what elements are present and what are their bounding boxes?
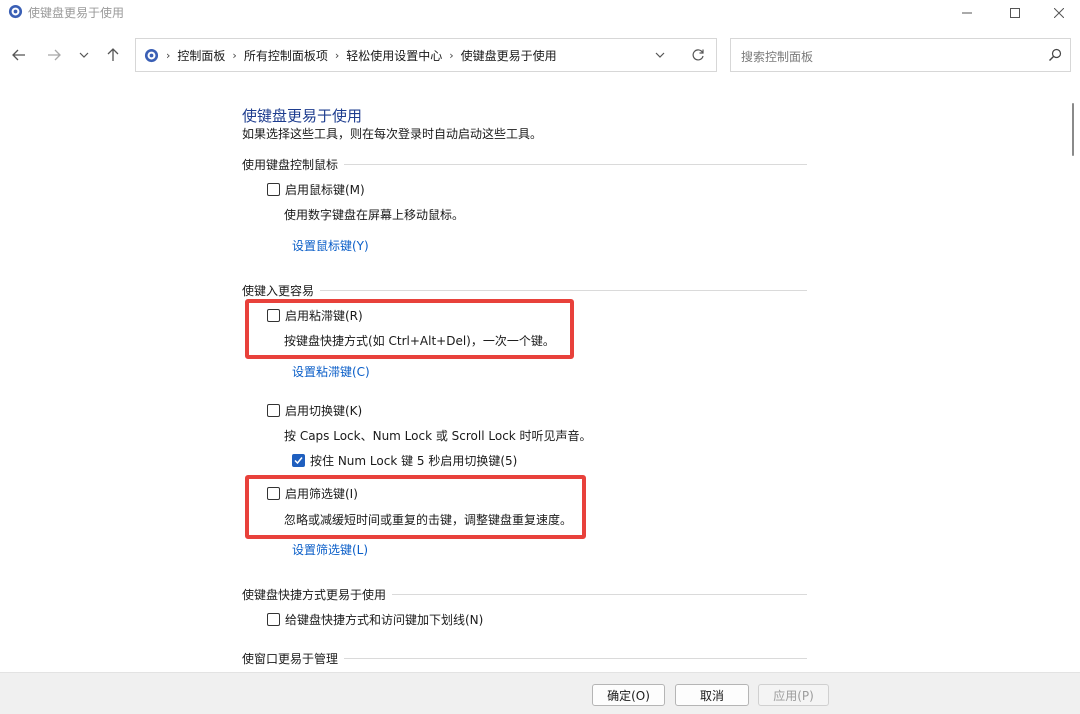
dialog-button-bar: 确定(O) 取消 应用(P)	[0, 672, 1080, 714]
toggle-keys-label[interactable]: 启用切换键(K)	[285, 402, 362, 419]
group-header-typing: 使键入更容易	[242, 282, 807, 299]
group-header-label: 使窗口更易于管理	[242, 650, 345, 667]
maximize-icon	[1010, 8, 1020, 18]
highlight-box-filter-keys	[245, 475, 586, 539]
group-header-mouse: 使用键盘控制鼠标	[242, 156, 807, 173]
highlight-box-sticky-keys	[245, 299, 574, 359]
group-header-shortcuts: 使键盘快捷方式更易于使用	[242, 586, 807, 603]
back-arrow-icon	[12, 49, 25, 61]
forward-arrow-icon	[48, 49, 61, 61]
breadcrumb-control-panel[interactable]: 控制面板	[177, 47, 225, 64]
breadcrumb: › 控制面板 › 所有控制面板项 › 轻松使用设置中心 › 使键盘更易于使用	[136, 39, 557, 71]
setup-filter-keys-link[interactable]: 设置筛选键(L)	[292, 541, 368, 558]
mouse-keys-option[interactable]: 启用鼠标键(M)	[267, 181, 365, 198]
breadcrumb-separator: ›	[334, 48, 340, 62]
breadcrumb-ease-of-access[interactable]: 轻松使用设置中心	[346, 47, 442, 64]
search-icon	[1049, 48, 1062, 61]
apply-button[interactable]: 应用(P)	[758, 684, 829, 706]
breadcrumb-all-items[interactable]: 所有控制面板项	[244, 47, 328, 64]
breadcrumb-current[interactable]: 使键盘更易于使用	[461, 47, 557, 64]
recent-locations-button[interactable]	[73, 44, 95, 66]
page-title: 使键盘更易于使用	[242, 107, 363, 125]
title-bar: 使键盘更易于使用	[0, 0, 1080, 26]
minimize-icon	[962, 12, 972, 14]
underline-shortcuts-checkbox[interactable]	[267, 613, 280, 626]
search-input[interactable]: 搜索控制面板	[741, 48, 813, 65]
page-description: 如果选择这些工具，则在每次登录时自动启动这些工具。	[242, 127, 543, 141]
chevron-down-icon	[79, 52, 89, 58]
window-title: 使键盘更易于使用	[28, 6, 125, 20]
control-panel-icon	[144, 48, 159, 62]
chevron-down-icon[interactable]	[655, 52, 665, 58]
refresh-icon[interactable]	[691, 48, 705, 62]
num-lock-hold-option[interactable]: 按住 Num Lock 键 5 秒启用切换键(5)	[292, 452, 517, 469]
num-lock-hold-label[interactable]: 按住 Num Lock 键 5 秒启用切换键(5)	[310, 452, 517, 469]
group-header-label: 使键盘快捷方式更易于使用	[242, 586, 393, 603]
mouse-keys-description: 使用数字键盘在屏幕上移动鼠标。	[284, 208, 465, 222]
underline-shortcuts-label[interactable]: 给键盘快捷方式和访问键加下划线(N)	[285, 611, 483, 628]
close-icon	[1054, 8, 1064, 18]
address-bar[interactable]: › 控制面板 › 所有控制面板项 › 轻松使用设置中心 › 使键盘更易于使用	[135, 38, 717, 72]
breadcrumb-separator: ›	[449, 48, 454, 62]
cancel-button[interactable]: 取消	[675, 684, 749, 706]
back-button[interactable]	[8, 44, 30, 66]
group-header-label: 使用键盘控制鼠标	[242, 156, 345, 173]
mouse-keys-checkbox[interactable]	[267, 183, 280, 196]
breadcrumb-separator: ›	[232, 48, 237, 62]
toggle-keys-option[interactable]: 启用切换键(K)	[267, 402, 362, 419]
num-lock-hold-checkbox[interactable]	[292, 454, 305, 467]
group-header-windows: 使窗口更易于管理	[242, 650, 807, 667]
ok-button[interactable]: 确定(O)	[592, 684, 665, 706]
close-button[interactable]	[1036, 0, 1080, 26]
breadcrumb-separator: ›	[166, 48, 171, 62]
minimize-button[interactable]	[944, 0, 990, 26]
toggle-keys-checkbox[interactable]	[267, 404, 280, 417]
setup-mouse-keys-link[interactable]: 设置鼠标键(Y)	[292, 237, 369, 254]
scrollbar-thumb[interactable]	[1072, 103, 1074, 156]
scrollbar[interactable]	[1067, 84, 1080, 672]
group-header-label: 使键入更容易	[242, 282, 321, 299]
group-divider	[242, 290, 807, 291]
mouse-keys-label[interactable]: 启用鼠标键(M)	[285, 181, 365, 198]
search-field[interactable]: 搜索控制面板	[730, 38, 1071, 72]
underline-shortcuts-option[interactable]: 给键盘快捷方式和访问键加下划线(N)	[267, 611, 483, 628]
up-button[interactable]	[102, 44, 124, 66]
control-panel-icon	[8, 4, 23, 19]
maximize-button[interactable]	[992, 0, 1038, 26]
forward-button[interactable]	[43, 44, 65, 66]
toggle-keys-description: 按 Caps Lock、Num Lock 或 Scroll Lock 时听见声音…	[284, 429, 592, 443]
checkmark-icon	[294, 457, 303, 465]
up-arrow-icon	[107, 48, 119, 61]
setup-sticky-keys-link[interactable]: 设置粘滞键(C)	[292, 363, 370, 380]
